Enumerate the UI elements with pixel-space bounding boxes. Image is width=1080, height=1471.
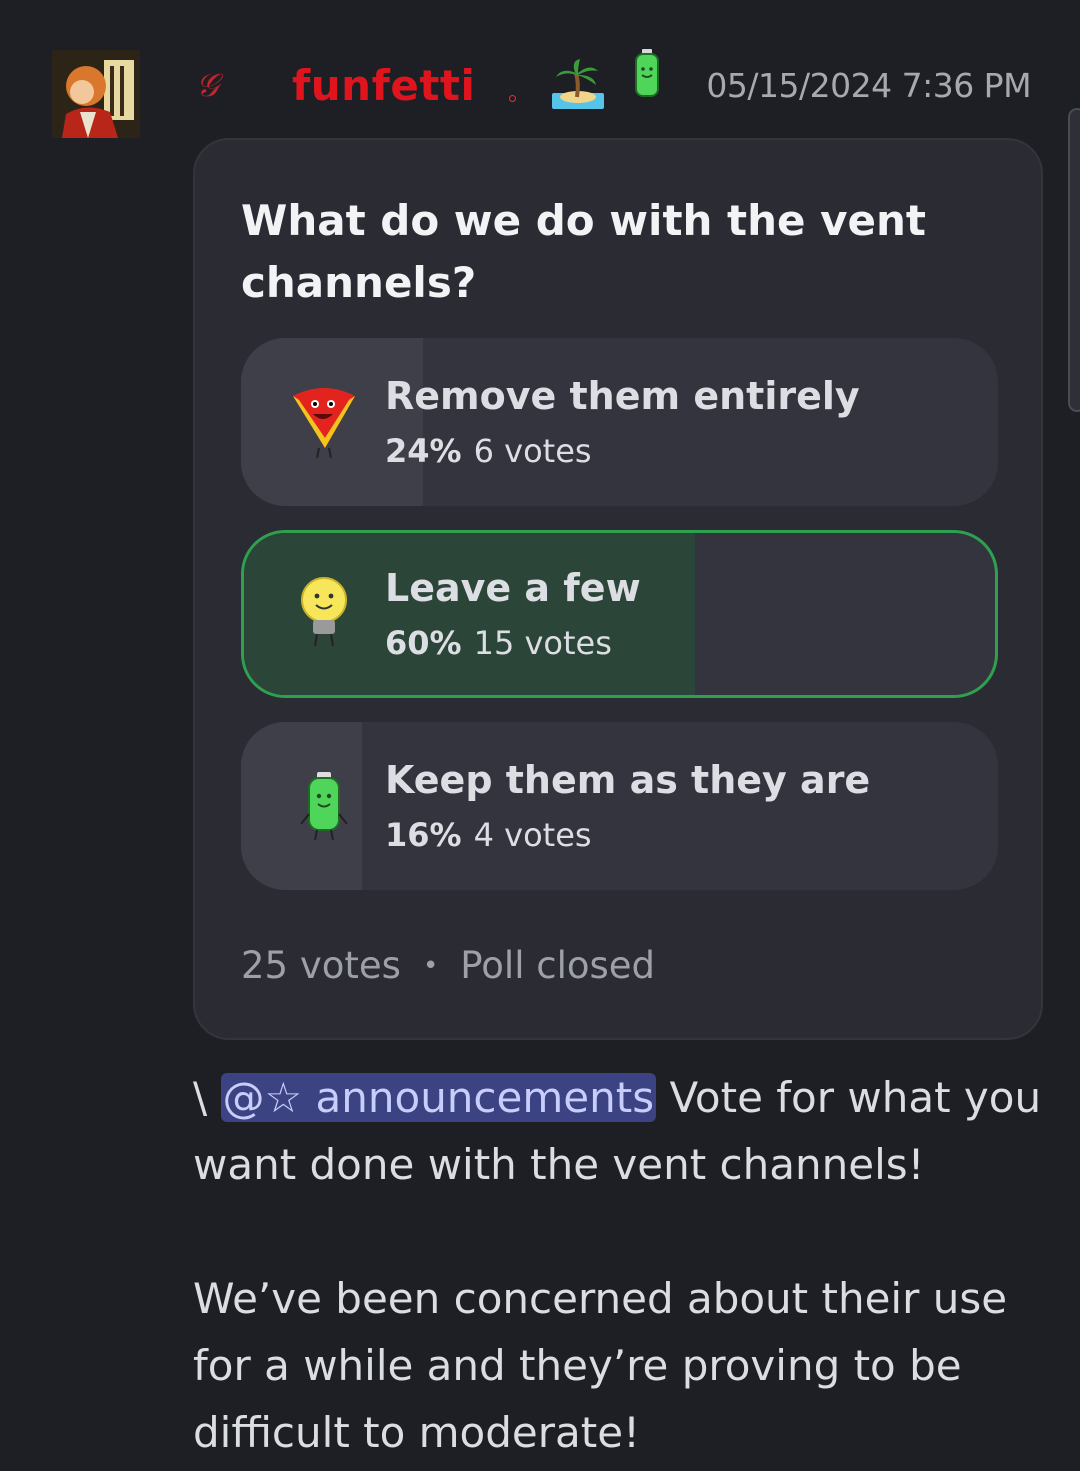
poll-option-winner[interactable]: Leave a few 60% 15 votes [241, 530, 998, 698]
message-paragraph: We’ve been concerned about their use for… [193, 1274, 1008, 1457]
red-character-icon [289, 382, 359, 462]
scrollbar[interactable] [1068, 108, 1080, 412]
poll-option-stats: 16% 4 votes [385, 816, 592, 854]
poll-footer-separator: • [422, 950, 439, 981]
poll-option-stats: 24% 6 votes [385, 432, 592, 470]
timestamp: 05/15/2024 7:36 PM [706, 65, 1032, 105]
poll-option-percent: 24% [385, 432, 462, 470]
poll-option-percent: 16% [385, 816, 462, 854]
poll-total-votes[interactable]: 25 votes [241, 944, 401, 987]
poll-option-votes: 4 votes [473, 816, 592, 854]
poll-card: What do we do with the vent channels? Re… [193, 138, 1043, 1040]
poll-option-label: Remove them entirely [385, 374, 860, 418]
green-battery-icon [634, 49, 660, 103]
message-paragraph: \ @☆ announcements Vote for what you wan… [193, 1064, 1063, 1198]
poll-option-votes: 15 votes [473, 624, 612, 662]
poll-status: Poll closed [460, 944, 656, 987]
poll-option-label: Leave a few [385, 566, 641, 610]
poll-option-votes: 6 votes [473, 432, 592, 470]
username[interactable]: funfetti [292, 61, 475, 110]
message-content: \ @☆ announcements Vote for what you wan… [193, 1064, 1063, 1466]
poll-option[interactable]: Remove them entirely 24% 6 votes [241, 338, 998, 506]
message-prefix: \ [193, 1073, 221, 1122]
green-battery-character-icon [289, 766, 359, 846]
palm-island-icon [550, 55, 606, 115]
poll-question: What do we do with the vent channels? [241, 196, 926, 307]
message-header: 𝒢 funfetti 05/15/2024 7:36 PM [196, 49, 1032, 120]
lightbulb-character-icon [289, 574, 359, 654]
poll-option-label: Keep them as they are [385, 758, 871, 802]
poll-option[interactable]: Keep them as they are 16% 4 votes [241, 722, 998, 890]
poll-footer: 25 votes • Poll closed [241, 944, 655, 987]
poll-option-percent: 60% [385, 624, 462, 662]
poll-option-stats: 60% 15 votes [385, 624, 612, 662]
role-mention[interactable]: @☆ announcements [220, 1073, 657, 1122]
avatar[interactable] [52, 50, 140, 138]
status-dot [509, 94, 517, 102]
guild-tag[interactable]: 𝒢 [196, 66, 230, 105]
message-view: 𝒢 funfetti 05/15/2024 7:36 PM What do we… [0, 0, 1080, 1471]
